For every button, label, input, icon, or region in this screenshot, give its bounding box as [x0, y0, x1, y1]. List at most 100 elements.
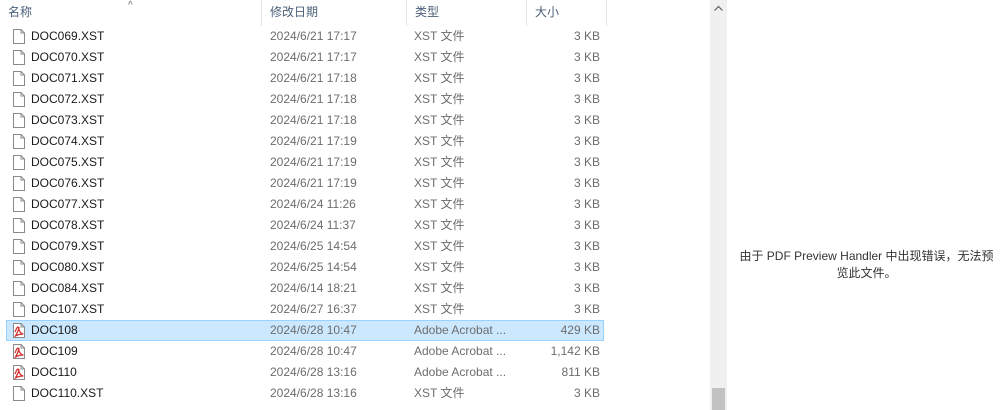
file-row[interactable]: DOC075.XST 2024/6/21 17:19 XST 文件 3 KB — [6, 152, 604, 173]
column-header-date[interactable]: 修改日期 — [262, 0, 407, 26]
vertical-scrollbar[interactable] — [710, 0, 727, 410]
file-name: DOC107.XST — [31, 302, 105, 316]
file-date: 2024/6/27 16:37 — [270, 302, 357, 316]
file-row[interactable]: DOC110 2024/6/28 13:16 Adobe Acrobat ... 81… — [6, 362, 604, 383]
column-header-name-label: 名称 — [8, 5, 33, 19]
file-name: DOC079.XST — [31, 239, 105, 253]
file-list-pane: 名称 ^ 修改日期 类型 大小 DOC069.XST 2024/6/21 17:1… — [0, 0, 710, 410]
chevron-up-icon: ^ — [128, 0, 133, 11]
document-icon — [13, 29, 25, 44]
file-name: DOC109 — [31, 344, 78, 358]
file-name: DOC071.XST — [31, 71, 105, 85]
file-row[interactable]: DOC076.XST 2024/6/21 17:19 XST 文件 3 KB — [6, 173, 604, 194]
pdf-icon — [13, 323, 25, 338]
file-name: DOC108 — [31, 323, 78, 337]
file-date: 2024/6/21 17:19 — [270, 134, 357, 148]
file-row[interactable]: DOC108 2024/6/28 10:47 Adobe Acrobat ... 42… — [6, 320, 604, 341]
pdf-icon — [13, 365, 25, 380]
file-date: 2024/6/28 13:16 — [270, 386, 357, 400]
file-size: 3 KB — [573, 113, 600, 127]
chevron-up-icon[interactable] — [710, 0, 727, 17]
file-type: XST 文件 — [414, 155, 465, 169]
column-header-bar: 名称 ^ 修改日期 类型 大小 — [0, 0, 710, 26]
file-date: 2024/6/25 14:54 — [270, 239, 357, 253]
file-row[interactable]: DOC107.XST 2024/6/27 16:37 XST 文件 3 KB — [6, 299, 604, 320]
file-name: DOC072.XST — [31, 92, 105, 106]
file-type: Adobe Acrobat ... — [414, 344, 507, 358]
file-name: DOC074.XST — [31, 134, 105, 148]
file-row[interactable]: DOC084.XST 2024/6/14 18:21 XST 文件 3 KB — [6, 278, 604, 299]
file-type: XST 文件 — [414, 302, 465, 316]
file-size: 3 KB — [573, 386, 600, 400]
column-header-name[interactable]: 名称 ^ — [0, 0, 262, 26]
file-type: XST 文件 — [414, 113, 465, 127]
file-size: 3 KB — [573, 239, 600, 253]
file-name: DOC069.XST — [31, 29, 105, 43]
file-row[interactable]: DOC079.XST 2024/6/25 14:54 XST 文件 3 KB — [6, 236, 604, 257]
document-icon — [13, 71, 25, 86]
file-row[interactable]: DOC077.XST 2024/6/24 11:26 XST 文件 3 KB — [6, 194, 604, 215]
file-name: DOC077.XST — [31, 197, 105, 211]
file-type: XST 文件 — [414, 92, 465, 106]
file-type: XST 文件 — [414, 134, 465, 148]
file-row[interactable]: DOC074.XST 2024/6/21 17:19 XST 文件 3 KB — [6, 131, 604, 152]
document-icon — [13, 302, 25, 317]
column-header-type-label: 类型 — [415, 5, 440, 19]
file-date: 2024/6/24 11:37 — [270, 218, 356, 232]
file-size: 1,142 KB — [550, 344, 600, 358]
document-icon — [13, 197, 25, 212]
column-header-size[interactable]: 大小 — [527, 0, 607, 26]
file-date: 2024/6/25 14:54 — [270, 260, 357, 274]
file-date: 2024/6/24 11:26 — [270, 197, 356, 211]
document-icon — [13, 92, 25, 107]
file-size: 811 KB — [561, 365, 600, 379]
file-size: 3 KB — [573, 29, 600, 43]
file-name: DOC084.XST — [31, 281, 105, 295]
file-row[interactable]: DOC069.XST 2024/6/21 17:17 XST 文件 3 KB — [6, 26, 604, 47]
preview-error-message: 由于 PDF Preview Handler 中出现错误，无法预 览此文件。 — [727, 248, 1006, 282]
file-name: DOC076.XST — [31, 176, 105, 190]
file-type: XST 文件 — [414, 260, 465, 274]
file-date: 2024/6/28 10:47 — [270, 323, 357, 337]
column-header-size-label: 大小 — [535, 5, 560, 19]
scrollbar-thumb[interactable] — [712, 388, 725, 410]
file-date: 2024/6/21 17:17 — [270, 29, 357, 43]
file-type: XST 文件 — [414, 71, 465, 85]
document-icon — [13, 386, 25, 401]
file-type: XST 文件 — [414, 29, 465, 43]
file-type: XST 文件 — [414, 197, 465, 211]
file-row[interactable]: DOC110.XST 2024/6/28 13:16 XST 文件 3 KB — [6, 383, 604, 404]
document-icon — [13, 50, 25, 65]
document-icon — [13, 176, 25, 191]
file-name: DOC110.XST — [31, 386, 104, 400]
file-row[interactable]: DOC109 2024/6/28 10:47 Adobe Acrobat ... 1,… — [6, 341, 604, 362]
column-header-type[interactable]: 类型 — [407, 0, 527, 26]
file-row[interactable]: DOC071.XST 2024/6/21 17:18 XST 文件 3 KB — [6, 68, 604, 89]
file-size: 3 KB — [573, 71, 600, 85]
file-name: DOC080.XST — [31, 260, 105, 274]
file-row[interactable]: DOC072.XST 2024/6/21 17:18 XST 文件 3 KB — [6, 89, 604, 110]
file-size: 3 KB — [573, 50, 600, 64]
preview-error-line-1: 由于 PDF Preview Handler 中出现错误，无法预 — [739, 249, 994, 263]
file-date: 2024/6/21 17:19 — [270, 155, 357, 169]
file-date: 2024/6/21 17:18 — [270, 71, 357, 85]
file-type: Adobe Acrobat ... — [414, 365, 507, 379]
file-row[interactable]: DOC078.XST 2024/6/24 11:37 XST 文件 3 KB — [6, 215, 604, 236]
file-row[interactable]: DOC080.XST 2024/6/25 14:54 XST 文件 3 KB — [6, 257, 604, 278]
file-name: DOC073.XST — [31, 113, 105, 127]
file-size: 3 KB — [573, 92, 600, 106]
file-type: XST 文件 — [414, 50, 465, 64]
file-row[interactable]: DOC070.XST 2024/6/21 17:17 XST 文件 3 KB — [6, 47, 604, 68]
file-date: 2024/6/14 18:21 — [270, 281, 357, 295]
file-row[interactable]: DOC073.XST 2024/6/21 17:18 XST 文件 3 KB — [6, 110, 604, 131]
document-icon — [13, 218, 25, 233]
preview-error-line-2: 览此文件。 — [836, 266, 897, 280]
file-date: 2024/6/28 10:47 — [270, 344, 357, 358]
document-icon — [13, 281, 25, 296]
file-name: DOC075.XST — [31, 155, 105, 169]
file-name: DOC070.XST — [31, 50, 105, 64]
file-size: 3 KB — [573, 218, 600, 232]
file-date: 2024/6/21 17:19 — [270, 176, 357, 190]
file-size: 3 KB — [573, 302, 600, 316]
file-type: XST 文件 — [414, 281, 465, 295]
